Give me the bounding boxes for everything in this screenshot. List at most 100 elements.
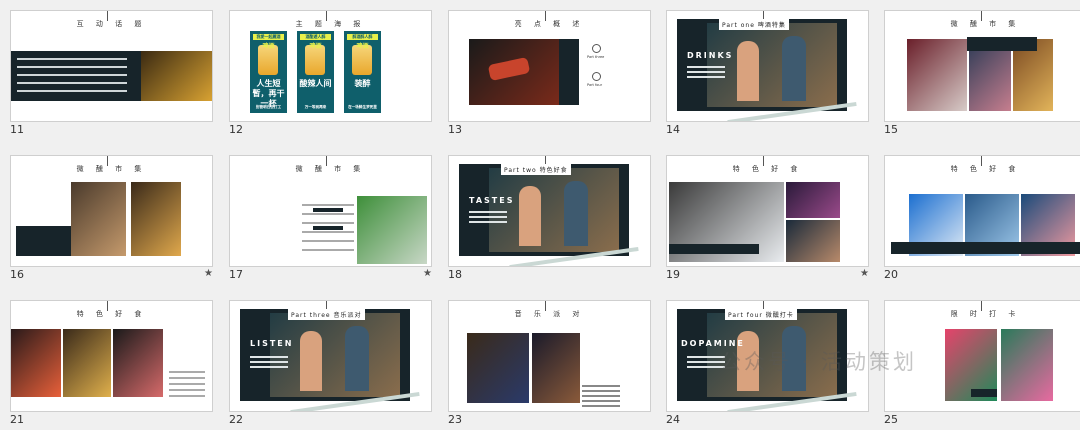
slide-title: 微 醺 市 集 xyxy=(76,165,147,173)
text-line xyxy=(17,66,127,68)
slide-thumbnail[interactable]: 特 色 好 食 21 xyxy=(10,300,215,430)
slide-thumbnail[interactable]: 主 题 海 报我愛一起麗酒 啤酒 人生短暫，再干一杯 別管明日去打工 酒酣遊人醉 啤酒 酸辣… xyxy=(229,10,434,140)
bullet xyxy=(313,208,343,212)
photo xyxy=(357,196,427,264)
slide-title: 互 动 话 题 xyxy=(76,20,147,28)
bullet xyxy=(313,226,343,230)
slide-thumbnail[interactable]: Part three 音乐派对 LISTEN 22 xyxy=(229,300,434,430)
photo xyxy=(786,220,840,262)
slide-thumbnail[interactable]: 亮 点 概 述 Part three Part four 13 xyxy=(448,10,653,140)
photo xyxy=(270,313,400,397)
slide-preview[interactable]: 特 色 好 食 xyxy=(666,155,869,267)
person xyxy=(519,186,541,246)
slide-number: 23 xyxy=(448,413,462,426)
text-line xyxy=(687,76,725,78)
slide-preview[interactable]: 音 乐 派 对 xyxy=(448,300,651,412)
text-line xyxy=(687,71,725,73)
text-line xyxy=(469,221,507,223)
text-line xyxy=(169,371,205,373)
slide-number: 13 xyxy=(448,123,462,136)
slide-title: 特 色 好 食 xyxy=(732,165,803,173)
item-label: Part three xyxy=(587,55,605,59)
slide-number: 11 xyxy=(10,123,24,136)
text-line xyxy=(302,240,354,242)
photo xyxy=(467,333,529,403)
photo xyxy=(11,329,61,397)
slide-preview[interactable]: 微 醺 市 集 xyxy=(229,155,432,267)
slide-thumbnail[interactable]: Part one 啤酒特集 DRINKS 14 xyxy=(666,10,871,140)
photo xyxy=(786,182,840,218)
slide-preview[interactable]: Part three 音乐派对 LISTEN xyxy=(229,300,432,412)
text-line xyxy=(169,395,205,397)
part-word: TASTES xyxy=(469,196,515,205)
poster-top: 我愛一起麗酒 xyxy=(253,34,284,40)
person xyxy=(782,36,806,101)
item-label: Part four xyxy=(587,83,603,87)
slide-preview[interactable]: 互 动 话 题 xyxy=(10,10,213,122)
text-line xyxy=(169,383,205,385)
photo xyxy=(71,182,126,256)
item-icon xyxy=(592,44,601,53)
caption-box xyxy=(967,37,1037,51)
part-title: Part one 啤酒特集 xyxy=(719,19,789,30)
caption-box xyxy=(971,389,997,397)
text-line xyxy=(169,389,205,391)
poster-top: 酒酣遊人醉 xyxy=(300,34,331,40)
slide-thumbnail[interactable]: 微 醺 市 集 16 ★ xyxy=(10,155,215,285)
poster-main: 酸辣人间 xyxy=(299,79,332,88)
text-line xyxy=(17,82,127,84)
star-icon: ★ xyxy=(860,268,869,279)
slide-title: 微 醺 市 集 xyxy=(950,20,1021,28)
slide-preview[interactable]: Part one 啤酒特集 DRINKS xyxy=(666,10,869,122)
part-word: LISTEN xyxy=(250,339,294,348)
slide-thumbnail[interactable]: 音 乐 派 对 23 xyxy=(448,300,653,430)
slide-preview[interactable]: 微 醺 市 集 xyxy=(884,10,1080,122)
poster-bottom: 別管明日去打工 xyxy=(255,105,282,109)
slide-title: 特 色 好 食 xyxy=(76,310,147,318)
slide-thumbnail[interactable]: Part two 特色好食 TASTES 18 xyxy=(448,155,653,285)
slide-preview[interactable]: 亮 点 概 述 Part three Part four xyxy=(448,10,651,122)
slide-preview[interactable]: 特 色 好 食 xyxy=(10,300,213,412)
text-line xyxy=(17,58,127,60)
slide-thumbnail[interactable]: 特 色 好 食 19 ★ xyxy=(666,155,871,285)
slide-preview[interactable]: 特 色 好 食 xyxy=(884,155,1080,267)
slide-preview[interactable]: 微 醺 市 集 xyxy=(10,155,213,267)
poster-mid: 啤酒 xyxy=(309,43,322,50)
slide-number: 18 xyxy=(448,268,462,281)
photo xyxy=(141,51,212,101)
slide-thumbnail[interactable]: 特 色 好 食 20 xyxy=(884,155,1080,285)
slide-number: 14 xyxy=(666,123,680,136)
slide-title: 微 醺 市 集 xyxy=(295,165,366,173)
slide-number: 22 xyxy=(229,413,243,426)
slide-title: 亮 点 概 述 xyxy=(514,20,585,28)
text-line xyxy=(582,385,620,387)
poster: 酒酣遊人醉 啤酒 酸辣人间 万一等到再来 xyxy=(297,31,334,113)
slide-number: 17 xyxy=(229,268,243,281)
slide-thumbnail[interactable]: 微 醺 市 集 15 xyxy=(884,10,1080,140)
text-line xyxy=(582,405,620,407)
text-line xyxy=(469,211,507,213)
part-title: Part four 微醺打卡 xyxy=(725,309,797,320)
person xyxy=(564,181,588,246)
person xyxy=(300,331,322,391)
slide-preview[interactable]: 主 题 海 报我愛一起麗酒 啤酒 人生短暫，再干一杯 別管明日去打工 酒酣遊人醉 啤酒 酸辣… xyxy=(229,10,432,122)
person xyxy=(345,326,369,391)
part-title: Part three 音乐派对 xyxy=(288,309,365,320)
photo xyxy=(707,23,837,107)
photo xyxy=(1001,329,1053,401)
slide-number: 24 xyxy=(666,413,680,426)
slide-thumbnail[interactable]: 微 醺 市 集 17 ★ xyxy=(229,155,434,285)
slide-preview[interactable]: Part two 特色好食 TASTES xyxy=(448,155,651,267)
item-icon xyxy=(592,72,601,81)
slide-number: 12 xyxy=(229,123,243,136)
text-line xyxy=(250,366,288,368)
slide-title: 音 乐 派 对 xyxy=(514,310,585,318)
panel xyxy=(559,39,579,105)
person xyxy=(737,41,759,101)
photo xyxy=(489,168,619,252)
slide-thumbnail[interactable]: 互 动 话 题 11 xyxy=(10,10,215,140)
caption-box xyxy=(891,242,1080,254)
text-line xyxy=(17,90,127,92)
text-line xyxy=(687,66,725,68)
part-title: Part two 特色好食 xyxy=(501,164,571,175)
